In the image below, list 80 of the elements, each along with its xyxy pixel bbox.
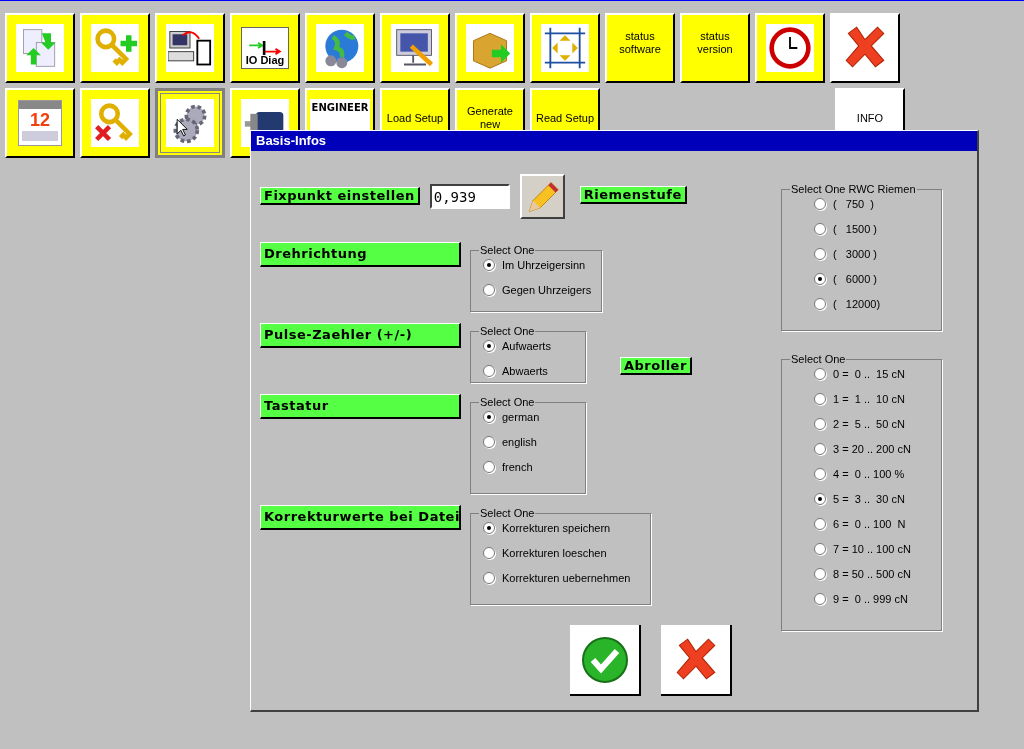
option-label: 9 = 0 .. 999 cN — [833, 591, 908, 607]
cancel-button[interactable] — [661, 625, 732, 696]
section-label: Abroller — [620, 357, 692, 375]
toolbar-button[interactable]: status version — [680, 13, 750, 83]
confirm-button[interactable] — [570, 625, 641, 696]
group-legend: Select One RWC Riemen — [790, 181, 917, 198]
option-label: Gegen Uhrzeigers — [502, 282, 592, 298]
radio-button[interactable] — [814, 443, 826, 455]
radio-button[interactable] — [483, 340, 495, 352]
toolbar-button[interactable]: IO Diag — [230, 13, 300, 83]
option-label: Korrekturen loeschen — [502, 545, 607, 561]
option-label: 0 = 0 .. 15 cN — [833, 366, 905, 382]
radio-button[interactable] — [814, 393, 826, 405]
radio-button[interactable] — [814, 248, 826, 260]
radio-button[interactable] — [814, 223, 826, 235]
radio-button[interactable] — [814, 518, 826, 530]
option-label: 2 = 5 .. 50 cN — [833, 416, 905, 432]
group-legend: Select One — [479, 394, 536, 411]
option-label: 7 = 10 .. 100 cN — [833, 541, 911, 557]
toolbar-button[interactable]: 12 — [5, 88, 75, 158]
calendar-rings — [19, 101, 61, 109]
calendar-grid — [22, 131, 58, 141]
option-label: ( 750 ) — [833, 196, 874, 212]
section-label: Riemenstufe — [579, 186, 687, 204]
radio-button[interactable] — [483, 411, 495, 423]
option-label: english — [502, 434, 537, 450]
section-label: Fixpunkt einstellen — [260, 187, 420, 205]
radio-button[interactable] — [814, 568, 826, 580]
option-label: 6 = 0 .. 100 N — [833, 516, 906, 532]
option-label: ( 3000 ) — [833, 246, 878, 262]
option-label: 8 = 50 .. 500 cN — [833, 566, 911, 582]
calendar-day: 12 — [30, 109, 50, 131]
option-label: ( 1500 ) — [833, 221, 878, 237]
option-label: Korrekturen speichern — [502, 520, 611, 536]
edit-button[interactable] — [519, 174, 565, 219]
radio-button[interactable] — [483, 365, 495, 377]
option-label: Korrekturen uebernehmen — [502, 570, 631, 586]
option-label: german — [502, 409, 540, 425]
option-label: ( 12000) — [833, 296, 881, 312]
radio-button[interactable] — [483, 572, 495, 584]
radio-button[interactable] — [814, 468, 826, 480]
radio-button[interactable] — [814, 298, 826, 310]
engineer-label: ENGINEER — [311, 103, 369, 113]
section-label: Pulse-Zaehler (+/-) — [260, 323, 461, 348]
toolbar-button[interactable]: status software — [605, 13, 675, 83]
io-arrows-icon — [247, 41, 283, 55]
option-label: 1 = 1 .. 10 cN — [833, 391, 905, 407]
frame-arrows-icon — [543, 26, 587, 70]
group-legend: Select One — [479, 242, 536, 259]
io-diag-label: IO Diag — [245, 55, 285, 66]
section-label: Drehrichtung — [260, 242, 461, 267]
radio-button[interactable] — [483, 522, 495, 534]
radio-button[interactable] — [483, 259, 495, 271]
radio-button[interactable] — [814, 543, 826, 555]
option-label: ( 6000 ) — [833, 271, 878, 287]
section-label: Korrekturwerte bei Datei — [260, 505, 461, 530]
radio-button[interactable] — [814, 418, 826, 430]
radio-button[interactable] — [483, 436, 495, 448]
group-legend: Select One — [479, 505, 536, 522]
option-label: Im Uhrzeigersinn — [502, 257, 586, 273]
radio-button[interactable] — [814, 493, 826, 505]
radio-button[interactable] — [814, 273, 826, 285]
group-legend: Select One — [790, 351, 847, 368]
value-field[interactable]: 0,939 — [429, 184, 510, 209]
checkmark-icon — [580, 635, 629, 684]
radio-button[interactable] — [483, 461, 495, 473]
radio-button[interactable] — [483, 284, 495, 296]
group-legend: Select One — [479, 323, 536, 340]
section-label: Tastatur — [260, 394, 461, 419]
option-label: 3 = 20 .. 200 cN — [833, 441, 911, 457]
radio-button[interactable] — [814, 593, 826, 605]
option-label: Aufwaerts — [502, 338, 551, 354]
option-label: Abwaerts — [502, 363, 548, 379]
option-label: 5 = 3 .. 30 cN — [833, 491, 905, 507]
option-label: 4 = 0 .. 100 % — [833, 466, 905, 482]
radio-button[interactable] — [814, 198, 826, 210]
radio-button[interactable] — [814, 368, 826, 380]
option-label: french — [502, 459, 533, 475]
radio-button[interactable] — [483, 547, 495, 559]
clock-icon — [768, 26, 812, 70]
